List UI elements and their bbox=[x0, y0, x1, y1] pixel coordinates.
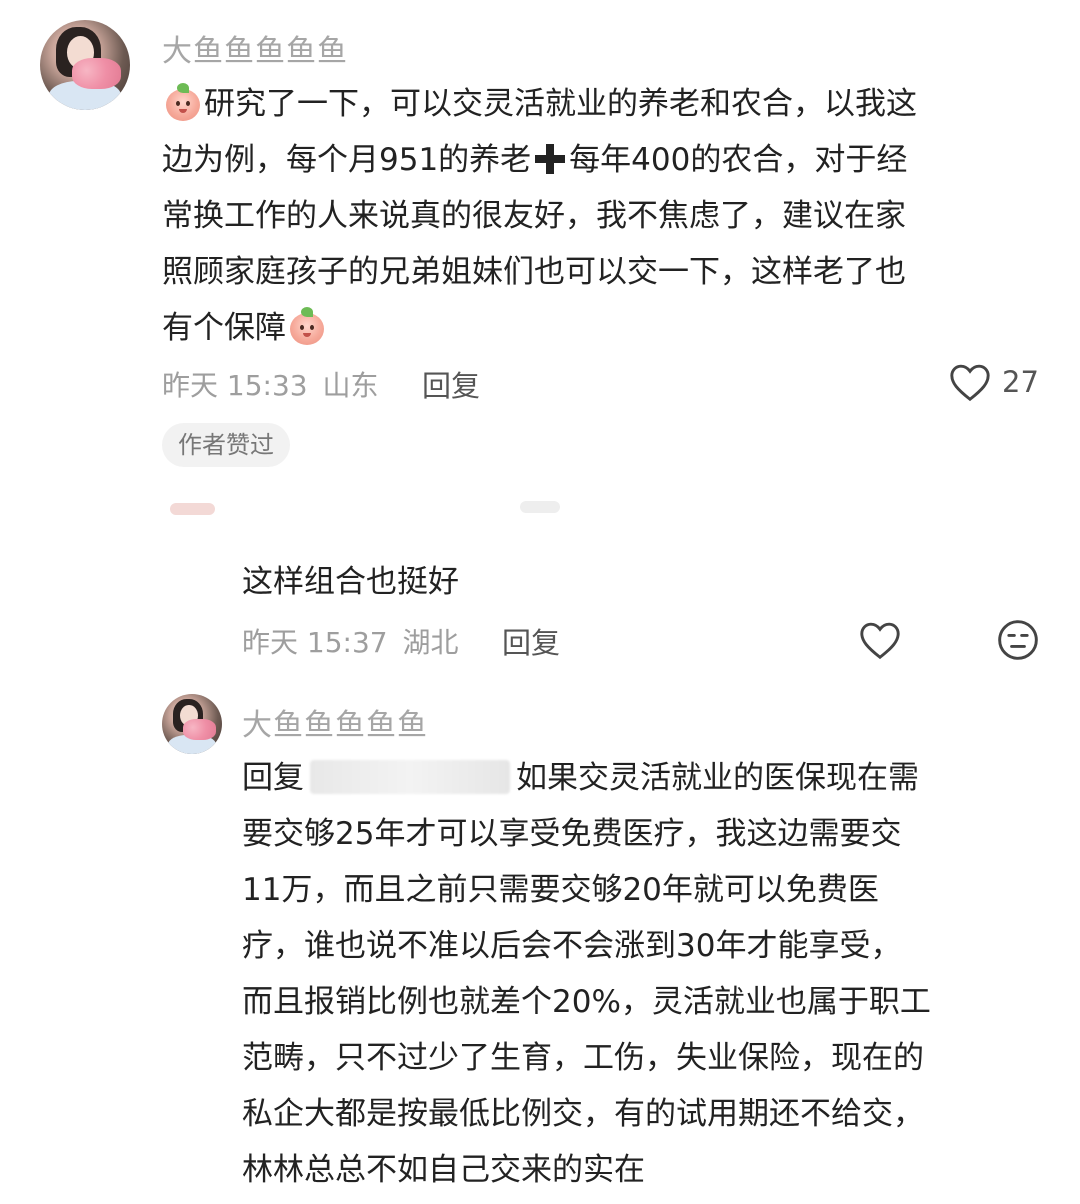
comment-text-line: 有个保障 bbox=[162, 310, 286, 346]
avatar[interactable] bbox=[162, 694, 222, 754]
comment-text-line: 每年400的农合，对于经 bbox=[569, 142, 908, 178]
reply-button[interactable]: 回复 bbox=[502, 620, 560, 662]
comment-text-line: 研究了一下，可以交灵活就业的养老和农合，以我这 bbox=[204, 86, 917, 122]
reply-text-line: 疗，谁也说不准以后会不会涨到30年才能享受， bbox=[242, 928, 902, 964]
avatar[interactable] bbox=[40, 20, 130, 110]
like-button[interactable] bbox=[858, 620, 902, 664]
comment-meta: 昨天 15:33 山东 bbox=[162, 364, 379, 404]
comment-text: 研究了一下，可以交灵活就业的养老和农合，以我这 边为例，每个月951的养老 每年4… bbox=[162, 76, 1052, 356]
reply-text-line: 要交够25年才可以享受免费医疗，我这边需要交 bbox=[242, 816, 902, 852]
redacted-username bbox=[310, 760, 510, 794]
cropped-row-fragment bbox=[160, 497, 570, 517]
reply-text: 回复 如果交灵活就业的医保现在需 要交够25年才可以享受免费医疗，我这边需要交 1… bbox=[242, 750, 1052, 1198]
heavy-plus-icon bbox=[535, 144, 566, 174]
reply-text: 这样组合也挺好 bbox=[242, 564, 459, 600]
reply-text-line: 如果交灵活就业的医保现在需 bbox=[516, 760, 919, 796]
like-count: 27 bbox=[1002, 365, 1039, 399]
heart-icon bbox=[950, 364, 990, 402]
reply-meta: 昨天 15:37 湖北 bbox=[242, 621, 459, 661]
author-liked-badge: 作者赞过 bbox=[162, 423, 290, 467]
reply-text-line: 林林总总不如自己交来的实在 bbox=[242, 1152, 645, 1188]
comment-text-line: 照顾家庭孩子的兄弟姐妹们也可以交一下，这样老了也 bbox=[162, 254, 906, 290]
dislike-button[interactable] bbox=[996, 618, 1040, 666]
reply-text-line: 而且报销比例也就差个20%，灵活就业也属于职工 bbox=[242, 984, 931, 1020]
reply-location: 湖北 bbox=[402, 626, 459, 659]
peach-emoji-icon bbox=[288, 307, 326, 345]
reply-text-line: 11万，而且之前只需要交够20年就可以免费医 bbox=[242, 872, 879, 908]
comment-username[interactable]: 大鱼鱼鱼鱼鱼 bbox=[162, 26, 348, 70]
reply-username[interactable]: 大鱼鱼鱼鱼鱼 bbox=[242, 700, 428, 744]
comment-time: 昨天 15:33 bbox=[162, 369, 308, 402]
like-button[interactable]: 27 bbox=[948, 362, 1039, 402]
reply-text-line: 范畴，只不过少了生育，工伤，失业保险，现在的 bbox=[242, 1040, 924, 1076]
comment-location: 山东 bbox=[322, 369, 379, 402]
reply-time: 昨天 15:37 bbox=[242, 626, 388, 659]
dislike-face-icon bbox=[998, 620, 1038, 660]
reply-text-line: 私企大都是按最低比例交，有的试用期还不给交， bbox=[242, 1096, 924, 1132]
reply-button[interactable]: 回复 bbox=[422, 363, 480, 405]
heart-icon bbox=[860, 622, 900, 660]
comment-text-line: 边为例，每个月951的养老 bbox=[162, 142, 532, 178]
peach-emoji-icon bbox=[164, 83, 202, 121]
reply-prefix: 回复 bbox=[242, 760, 304, 796]
comment-text-line: 常换工作的人来说真的很友好，我不焦虑了，建议在家 bbox=[162, 198, 906, 234]
